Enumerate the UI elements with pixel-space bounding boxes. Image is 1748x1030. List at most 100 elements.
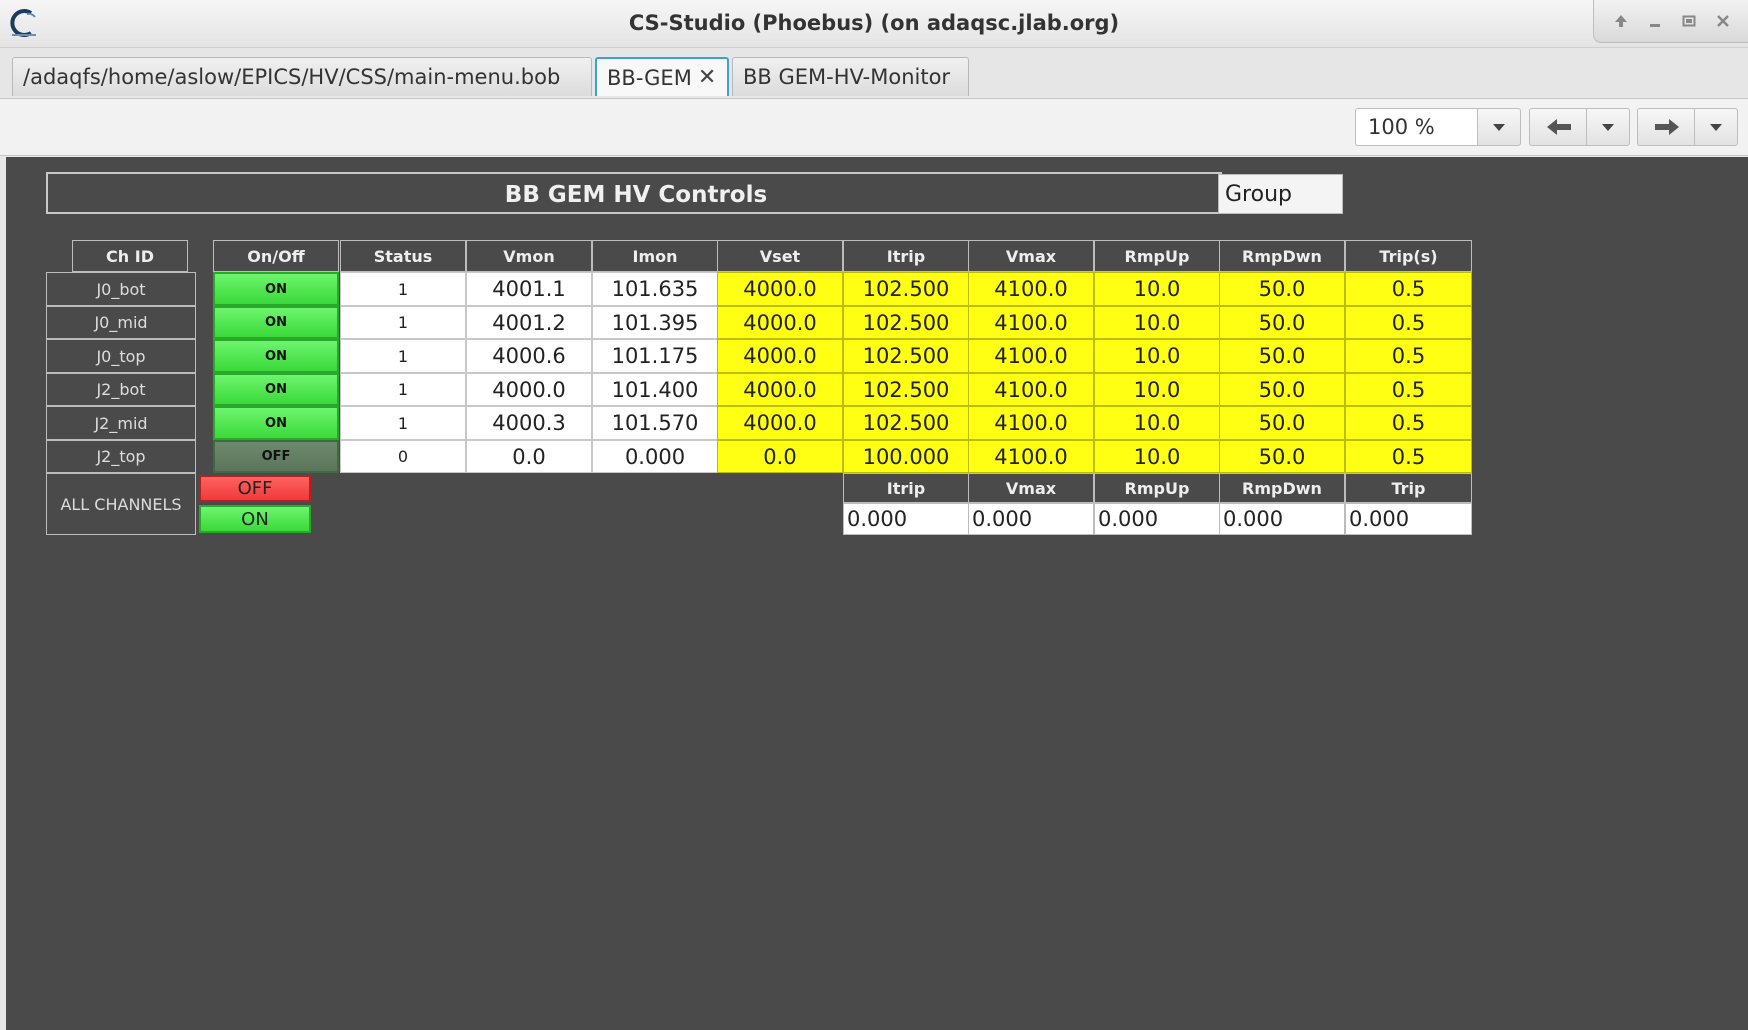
cell-itrip[interactable]: 102.500 [843, 339, 969, 373]
all-channels-on-button[interactable]: ON [199, 505, 311, 533]
up-icon[interactable] [1608, 8, 1634, 34]
cell-vset[interactable]: 4000.0 [717, 406, 843, 440]
forward-history-dropdown[interactable] [1694, 108, 1738, 146]
all-channels-header-rmpdwn: RmpDwn [1219, 473, 1345, 503]
cell-vset[interactable]: 0.0 [717, 440, 843, 473]
cell-itrip[interactable]: 102.500 [843, 406, 969, 440]
cell-trip[interactable]: 0.5 [1345, 306, 1472, 339]
all-channels-header-itrip: Itrip [843, 473, 969, 503]
cell-rmpdwn[interactable]: 50.0 [1219, 406, 1345, 440]
cell-itrip[interactable]: 102.500 [843, 373, 969, 406]
cell-rmpdwn[interactable]: 50.0 [1219, 440, 1345, 473]
cell-ch-id: J0_bot [46, 272, 196, 306]
cell-itrip[interactable]: 100.000 [843, 440, 969, 473]
cell-ch-id: J2_mid [46, 406, 196, 440]
cell-trip[interactable]: 0.5 [1345, 406, 1472, 440]
tab-main-menu[interactable]: /adaqfs/home/aslow/EPICS/HV/CSS/main-men… [12, 57, 592, 96]
cell-imon: 101.570 [592, 406, 718, 440]
cell-ch-id: J0_mid [46, 306, 196, 339]
zoom-combo-value[interactable]: 100 % [1355, 108, 1478, 146]
cell-rmpup[interactable]: 10.0 [1094, 440, 1220, 473]
channel-toggle-button[interactable]: ON [213, 373, 339, 406]
column-header-status: Status [340, 240, 466, 272]
cell-trip[interactable]: 0.5 [1345, 440, 1472, 473]
cell-ch-id: J0_top [46, 339, 196, 373]
chevron-down-icon [1493, 123, 1505, 131]
cell-ch-id: J2_top [46, 440, 196, 473]
cell-status: 1 [340, 406, 466, 440]
channel-toggle-button[interactable]: ON [213, 272, 339, 306]
tab-bb-gem-hv-monitor[interactable]: BB GEM-HV-Monitor [732, 57, 969, 96]
cell-rmpdwn[interactable]: 50.0 [1219, 272, 1345, 306]
cell-rmpdwn[interactable]: 50.0 [1219, 373, 1345, 406]
cell-rmpdwn[interactable]: 50.0 [1219, 306, 1345, 339]
zoom-dropdown-button[interactable] [1477, 108, 1521, 146]
all-channels-off-button[interactable]: OFF [199, 475, 311, 502]
cell-vmon: 4000.6 [466, 339, 592, 373]
tab-label: /adaqfs/home/aslow/EPICS/HV/CSS/main-men… [23, 65, 561, 89]
cell-trip[interactable]: 0.5 [1345, 339, 1472, 373]
cell-rmpup[interactable]: 10.0 [1094, 373, 1220, 406]
minimize-icon[interactable] [1642, 8, 1668, 34]
cell-vmon: 4000.0 [466, 373, 592, 406]
chevron-down-icon [1710, 123, 1722, 131]
all-channels-header-trip: Trip [1345, 473, 1472, 503]
tab-label: BB-GEM [607, 65, 692, 90]
column-header-vset: Vset [717, 240, 843, 272]
window-controls [1593, 0, 1748, 43]
display-canvas: BB GEM HV Controls Group Ch ID On/Off Stat… [6, 157, 1748, 1030]
cell-vmax[interactable]: 4100.0 [968, 272, 1094, 306]
channel-toggle-button[interactable]: ON [213, 339, 339, 373]
cell-rmpdwn[interactable]: 50.0 [1219, 339, 1345, 373]
all-channels-rmpdwn-input[interactable]: 0.000 [1219, 503, 1345, 535]
cell-vset[interactable]: 4000.0 [717, 373, 843, 406]
cell-vset[interactable]: 4000.0 [717, 339, 843, 373]
display-header-box: BB GEM HV Controls [46, 172, 1222, 214]
close-icon[interactable] [1710, 8, 1736, 34]
cell-vmon: 4001.2 [466, 306, 592, 339]
cell-status: 1 [340, 272, 466, 306]
cell-vmon: 0.0 [466, 440, 592, 473]
cell-trip[interactable]: 0.5 [1345, 373, 1472, 406]
cell-vmax[interactable]: 4100.0 [968, 306, 1094, 339]
tab-bb-gem[interactable]: BB-GEM ✕ [595, 57, 729, 96]
cell-itrip[interactable]: 102.500 [843, 272, 969, 306]
cell-vset[interactable]: 4000.0 [717, 306, 843, 339]
back-button[interactable] [1529, 108, 1587, 146]
cell-vmax[interactable]: 4100.0 [968, 440, 1094, 473]
cell-vmax[interactable]: 4100.0 [968, 406, 1094, 440]
cell-vmax[interactable]: 4100.0 [968, 339, 1094, 373]
tab-close-icon[interactable]: ✕ [698, 65, 716, 90]
display-toolbar: 100 % [0, 99, 1748, 156]
forward-button[interactable] [1637, 108, 1695, 146]
cell-rmpup[interactable]: 10.0 [1094, 272, 1220, 306]
window-title: CS-Studio (Phoebus) (on adaqsc.jlab.org) [628, 11, 1120, 35]
all-channels-header-vmax: Vmax [968, 473, 1094, 503]
cell-rmpup[interactable]: 10.0 [1094, 339, 1220, 373]
column-header-vmon: Vmon [466, 240, 592, 272]
cell-trip[interactable]: 0.5 [1345, 272, 1472, 306]
all-channels-rmpup-input[interactable]: 0.000 [1094, 503, 1220, 535]
column-header-rmpdwn: RmpDwn [1219, 240, 1345, 272]
cell-rmpup[interactable]: 10.0 [1094, 406, 1220, 440]
all-channels-itrip-input[interactable]: 0.000 [843, 503, 969, 535]
channel-toggle-button[interactable]: ON [213, 406, 339, 440]
all-channels-header-rmpup: RmpUp [1094, 473, 1220, 503]
arrow-left-icon [1546, 119, 1571, 135]
column-header-trip: Trip(s) [1345, 240, 1472, 272]
cell-vmax[interactable]: 4100.0 [968, 373, 1094, 406]
page-title: BB GEM HV Controls [504, 182, 768, 208]
channel-toggle-button[interactable]: ON [213, 306, 339, 339]
all-channels-trip-input[interactable]: 0.000 [1345, 503, 1472, 535]
cell-rmpup[interactable]: 10.0 [1094, 306, 1220, 339]
channel-toggle-button[interactable]: OFF [213, 440, 339, 473]
cell-status: 0 [340, 440, 466, 473]
cell-vset[interactable]: 4000.0 [717, 272, 843, 306]
all-channels-vmax-input[interactable]: 0.000 [968, 503, 1094, 535]
cell-vmon: 4001.1 [466, 272, 592, 306]
group-field[interactable]: Group [1218, 174, 1343, 214]
cell-itrip[interactable]: 102.500 [843, 306, 969, 339]
maximize-icon[interactable] [1676, 8, 1702, 34]
back-history-dropdown[interactable] [1586, 108, 1630, 146]
arrow-right-icon [1654, 119, 1679, 135]
